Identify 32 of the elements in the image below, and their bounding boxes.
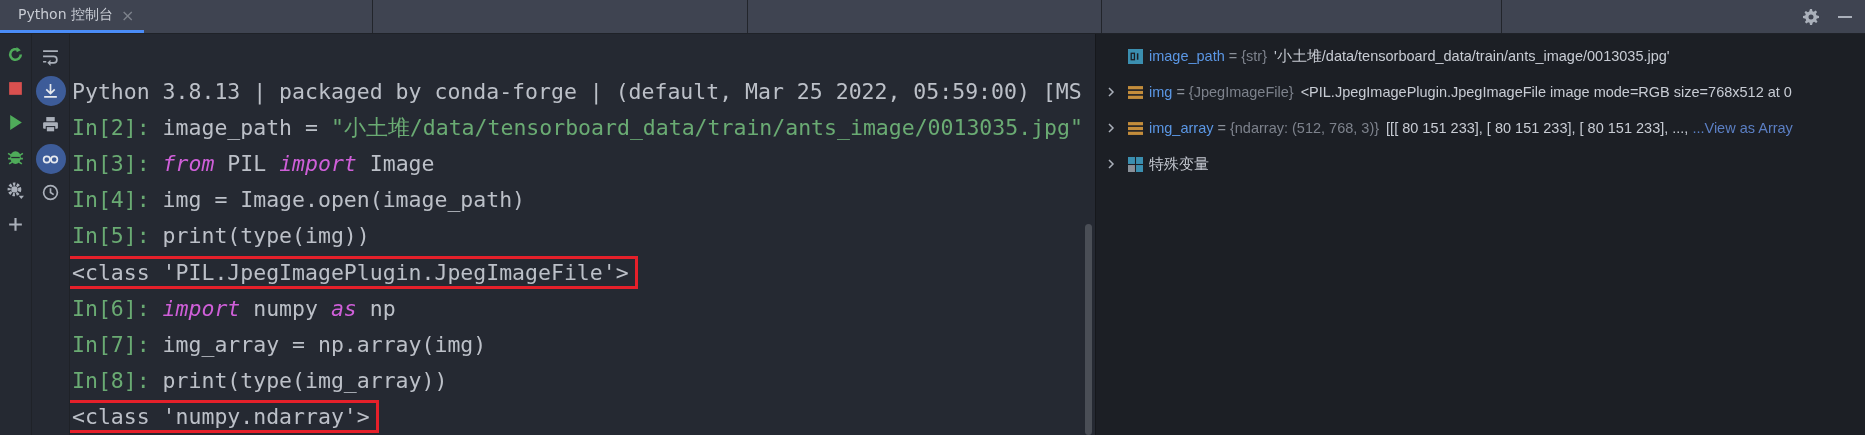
string-type-icon [1128, 48, 1143, 64]
close-icon[interactable]: × [121, 5, 135, 25]
console-line: In[6]: import numpy as np [71, 294, 397, 323]
variable-value: <PIL.JpegImagePlugin.JpegImageFile image mode=RGB size=768x512 at 0 [1300, 84, 1792, 100]
grid-icon [1128, 156, 1143, 172]
variable-value: '小土堆/data/tensorboard_data/train/ants_image/0013035.jpg' [1274, 46, 1670, 66]
console-line: In[5]: print(type(img)) [71, 222, 371, 251]
variable-name: img [1149, 84, 1173, 100]
scroll-end-icon[interactable] [35, 76, 66, 106]
equals-sign: = [1176, 84, 1185, 100]
console-line: In[3]: from PIL import Image [71, 149, 436, 178]
variable-value: [[[ 80 151 233], [ 80 151 233], [ 80 151 233], ..., [1386, 120, 1689, 136]
console-tab[interactable]: Python 控制台 × [0, 0, 145, 33]
glasses-icon[interactable] [35, 144, 66, 174]
variable-name: image_path [1149, 48, 1225, 64]
variable-name: img_array [1149, 120, 1214, 136]
variable-type: {JpegImageFile} [1188, 84, 1294, 100]
settings-icon[interactable] [1803, 8, 1819, 25]
console-line: In[8]: print(type(img_array)) [71, 367, 449, 396]
equals-sign: = [1228, 48, 1238, 64]
view-as-array-link[interactable]: ...View as Array [1692, 120, 1793, 136]
console-line: In[7]: img_array = np.array(img) [71, 330, 488, 359]
object-type-icon [1128, 120, 1143, 136]
equals-sign: = [1217, 120, 1226, 136]
variable-type: {ndarray: (512, 768, 3)} [1229, 120, 1380, 136]
console-line: In[2]: image_path = "小土堆/data/tensorboard_data/train/ants_image/0013035.jpg" [71, 113, 1083, 142]
variable-type: {str} [1241, 48, 1268, 64]
object-type-icon [1128, 84, 1143, 100]
console-line: In[4]: img = Image.open(image_path) [71, 186, 527, 215]
console-line: Python 3.8.13 | packaged by conda-forge | (default, Mar 25 2022, 05:59:00) [MS [71, 77, 1083, 107]
scrollbar-thumb[interactable] [1085, 224, 1092, 435]
special-variables-label: 特殊变量 [1149, 154, 1209, 174]
